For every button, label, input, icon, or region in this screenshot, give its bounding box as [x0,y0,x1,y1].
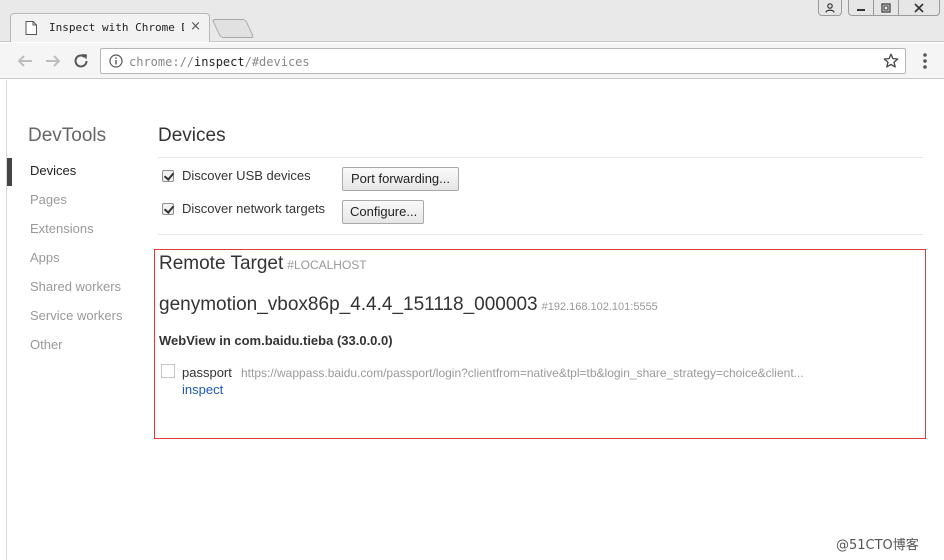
browser-title-bar: Inspect with Chrome Developer Tools × [0,0,944,42]
target-name: passport [182,365,232,380]
menu-dots-icon[interactable] [918,52,932,70]
discover-usb-option: Discover USB devices [162,168,311,183]
page-title: Devices [158,125,226,146]
target-select-checkbox[interactable] [161,364,175,378]
target-url: https://wappass.baidu.com/passport/login… [241,366,804,380]
page-icon [25,21,37,35]
discover-usb-checkbox[interactable] [162,169,174,182]
discover-network-label: Discover network targets [182,201,326,216]
sidebar-item-extensions[interactable]: Extensions [7,214,147,243]
remote-target-section: Remote Target #LOCALHOST genymotion_vbox8… [154,249,926,439]
device-serial: #192.168.102.101:5555 [541,301,658,313]
info-icon[interactable] [109,54,123,68]
url-text[interactable]: chrome://inspect/#devices [129,55,310,69]
discover-network-option: Discover network targets [162,201,325,216]
divider [158,234,923,235]
discover-network-checkbox[interactable] [162,202,174,215]
tab-close-icon[interactable]: × [190,20,201,34]
remote-target-subtitle: #LOCALHOST [287,258,367,272]
sidebar-title: DevTools [28,125,107,146]
sidebar-item-apps[interactable]: Apps [7,243,147,272]
inspect-link[interactable]: inspect [182,382,223,397]
new-tab-button[interactable] [211,19,255,38]
user-icon [825,2,835,13]
remote-target-title: Remote Target [159,253,284,274]
profile-button[interactable] [818,0,842,16]
webview-title: WebView in com.baidu.tieba (33.0.0.0) [159,333,393,348]
device-name: genymotion_vbox86p_4.4.4_151118_000003 [159,294,538,315]
sidebar-item-devices[interactable]: Devices [7,156,147,186]
url-path: /#devices [244,55,310,69]
remote-target-header: Remote Target #LOCALHOST [159,253,367,275]
close-icon [914,2,924,13]
sidebar-item-pages[interactable]: Pages [7,185,147,214]
reload-icon[interactable] [72,52,90,70]
sidebar-nav: Devices Pages Extensions Apps Shared wor… [7,156,147,359]
watermark: @51CTO博客 [836,538,919,553]
maximize-icon [881,2,891,13]
minimize-icon [857,8,865,11]
tab-title: Inspect with Chrome Developer Tools [49,21,184,34]
browser-tab[interactable]: Inspect with Chrome Developer Tools × [10,13,210,42]
url-host: inspect [194,55,245,69]
url-scheme: chrome:// [129,55,195,69]
address-bar[interactable]: chrome://inspect/#devices [100,48,906,74]
configure-button[interactable]: Configure... [342,200,424,224]
minimize-button[interactable] [848,0,874,16]
inspect-page: DevTools Devices Pages Extensions Apps S… [6,80,944,560]
sidebar-item-service-workers[interactable]: Service workers [7,301,147,330]
maximize-button[interactable] [873,0,899,16]
back-arrow-icon[interactable] [16,52,34,70]
divider [158,157,923,158]
bookmark-star-icon[interactable] [883,53,899,69]
discover-usb-label: Discover USB devices [182,168,311,183]
forward-arrow-icon[interactable] [44,52,62,70]
sidebar-item-shared-workers[interactable]: Shared workers [7,272,147,301]
sidebar-item-other[interactable]: Other [7,330,147,359]
port-forwarding-button[interactable]: Port forwarding... [342,167,459,191]
device-header: genymotion_vbox86p_4.4.4_151118_000003 #1… [159,294,658,316]
close-window-button[interactable] [898,0,940,16]
browser-toolbar: chrome://inspect/#devices [0,43,944,79]
